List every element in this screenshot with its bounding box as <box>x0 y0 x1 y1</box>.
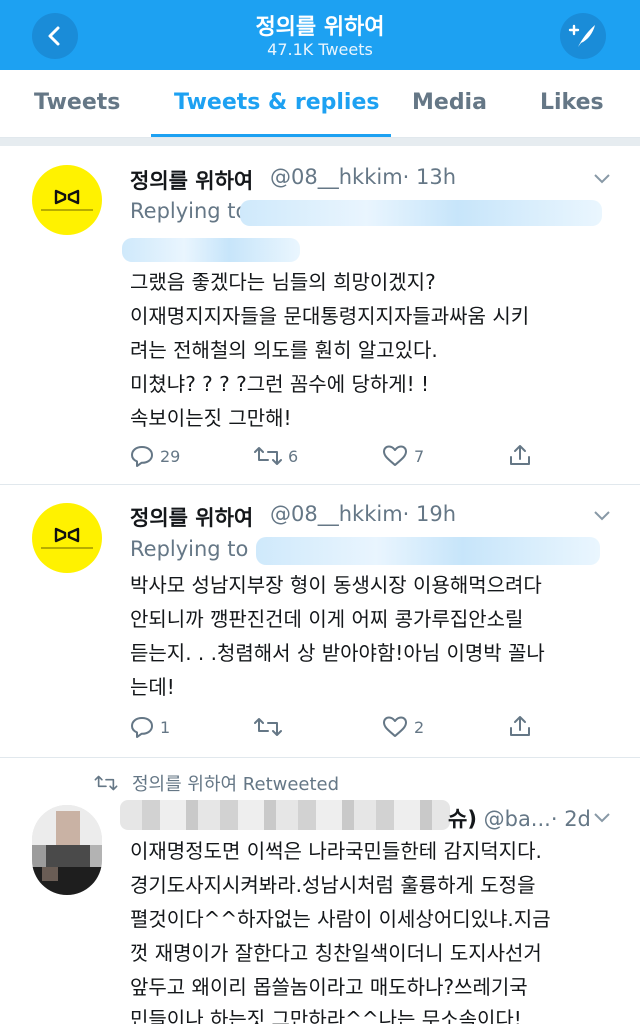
tweet-time: · 19h <box>402 502 457 526</box>
reply-icon <box>131 446 153 467</box>
retweet-button[interactable]: 6 <box>254 445 298 467</box>
profile-tabs: Tweets Tweets & replies Media Likes <box>0 70 640 138</box>
author-handle: @08__hkkim <box>270 502 403 526</box>
tweet-text: 민들이나 하는짓 그만하라^^나는 무소속이다! <box>130 1007 522 1024</box>
chevron-down-icon[interactable] <box>592 172 612 186</box>
retweet-icon <box>254 718 282 736</box>
retweet-icon <box>94 775 118 791</box>
heart-icon <box>383 445 407 466</box>
tab-tweets-and-replies[interactable]: Tweets & replies <box>174 90 380 115</box>
like-button[interactable]: 7 <box>382 445 424 467</box>
tweet-text: 껏 재명이가 잘한다고 칭찬일색이더니 도지사선거 <box>130 941 542 965</box>
tweet-time: · 2d <box>550 807 591 831</box>
reply-count: 29 <box>160 446 181 466</box>
blurred-mentions <box>256 537 600 565</box>
tweet-text: 펼것이다^^하자없는 사람이 이세상어디있냐.지금 <box>130 907 551 931</box>
ribbon-logo-icon <box>54 527 80 543</box>
tweet-text: 이재명지지자들을 문대통령지지자들과싸움 시키 <box>130 304 530 328</box>
blurred-author-name <box>120 800 450 830</box>
author-name-suffix[interactable]: 슈) <box>448 807 477 831</box>
divider <box>0 138 640 146</box>
like-count: 7 <box>414 446 425 466</box>
retweet-icon <box>254 447 282 465</box>
compose-tweet-button[interactable] <box>560 13 606 59</box>
retweet-button[interactable] <box>254 716 288 738</box>
divider <box>0 484 640 485</box>
blurred-mentions <box>240 200 602 226</box>
author-name[interactable]: 정의를 위하여 <box>130 502 253 532</box>
author-handle: @08__hkkim <box>270 165 403 189</box>
like-count: 2 <box>414 717 425 737</box>
like-button[interactable]: 2 <box>382 716 424 738</box>
tweet-text: 려는 전해철의 의도를 훤히 알고있다. <box>130 338 438 362</box>
author-name[interactable]: 정의를 위하여 <box>130 165 253 195</box>
tweet-text: 듣는지. . .청렴해서 상 받아야함!아님 이명박 꼴나 <box>130 641 545 665</box>
share-button[interactable] <box>508 714 538 738</box>
tweet-text: 안되니까 깽판진건데 이게 어찌 콩가루집안소릴 <box>130 607 524 631</box>
reply-icon <box>131 717 153 738</box>
retweeted-label: 정의를 위하여 Retweeted <box>132 774 340 795</box>
avatar[interactable] <box>32 165 102 235</box>
heart-icon <box>383 716 407 737</box>
tweet-text: 박사모 성남지부장 형이 동생시장 이용해먹으려다 <box>130 573 542 597</box>
tab-media[interactable]: Media <box>412 90 487 115</box>
retweet-count: 6 <box>288 446 299 466</box>
divider <box>0 757 640 758</box>
ribbon-logo-icon <box>54 189 80 205</box>
tweet-text: 그랬음 좋겠다는 님들의 희망이겠지? <box>130 270 436 294</box>
tweet-time: · 13h <box>402 165 457 189</box>
tweet-text: 는데! <box>130 675 175 699</box>
profile-title: 정의를 위하여 <box>255 15 385 40</box>
share-icon <box>510 716 530 736</box>
share-button[interactable] <box>508 443 538 467</box>
reply-button[interactable]: 1 <box>130 716 170 738</box>
profile-header: 정의를 위하여 47.1K Tweets <box>0 0 640 70</box>
compose-tweet-icon <box>568 24 595 47</box>
tab-likes[interactable]: Likes <box>540 90 604 115</box>
tweet-text: 경기도사지시켜봐라.성남시처럼 훌륭하게 도정을 <box>130 873 536 897</box>
retweeted-by: 정의를 위하여 Retweeted <box>94 770 339 796</box>
logo-caption-mark <box>41 547 93 549</box>
author-handle: @ba... <box>483 807 551 831</box>
tweet-text: 이재명정도면 이썩은 나라국민들한테 감지덕지다. <box>130 839 542 863</box>
chevron-down-icon[interactable] <box>592 811 612 825</box>
blurred-mentions <box>122 238 300 262</box>
avatar[interactable] <box>32 805 102 895</box>
share-icon <box>510 445 530 465</box>
tweet-text: 미쳤냐? ? ? ?그런 꼼수에 당하게! ! <box>130 372 430 396</box>
logo-caption-mark <box>41 209 93 211</box>
replying-to-label: Replying to <box>130 199 249 223</box>
tweet-text: 속보이는짓 그만해! <box>130 406 292 430</box>
chevron-down-icon[interactable] <box>592 509 612 523</box>
avatar[interactable] <box>32 503 102 573</box>
tweet-count: 47.1K Tweets <box>267 40 373 59</box>
tweet-text: 앞두고 왜이리 몹쓸놈이라고 매도하나?쓰레기국 <box>130 975 528 999</box>
replying-to-label: Replying to <box>130 537 249 561</box>
tab-tweets[interactable]: Tweets <box>34 90 120 115</box>
reply-count: 1 <box>160 717 171 737</box>
reply-button[interactable]: 29 <box>130 445 180 467</box>
active-tab-indicator <box>151 134 391 137</box>
